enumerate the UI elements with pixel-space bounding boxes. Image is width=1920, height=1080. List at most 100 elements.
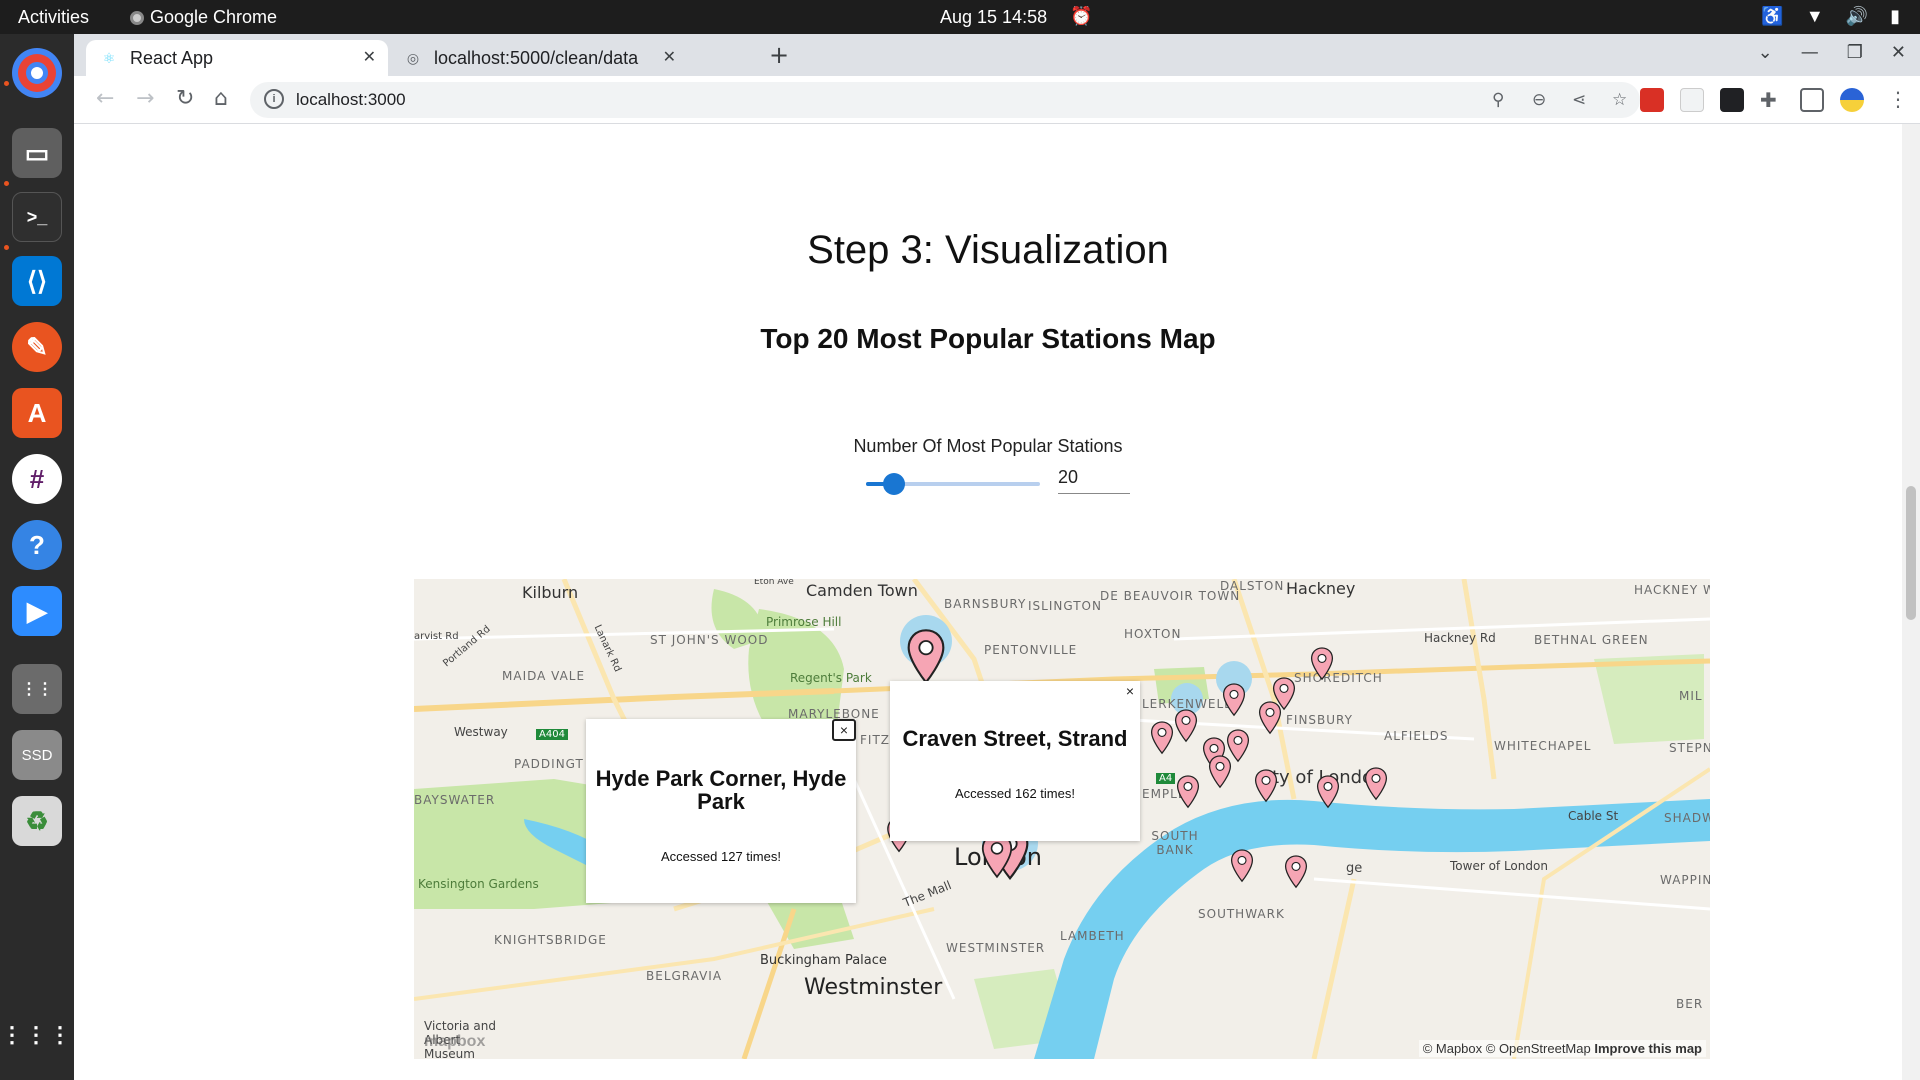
map-label: FITZ xyxy=(860,733,890,747)
profile-avatar[interactable] xyxy=(1840,88,1864,112)
station-marker[interactable] xyxy=(1208,755,1232,789)
url-text: localhost:3000 xyxy=(296,90,406,109)
close-icon[interactable]: ✕ xyxy=(663,47,676,67)
map-label: MIL xyxy=(1679,689,1703,703)
tab-title: localhost:5000/clean/data xyxy=(434,47,639,68)
map-label: SOUTH BANK xyxy=(1151,829,1199,857)
terminal-dock-icon[interactable]: >_ xyxy=(12,192,62,242)
step-title: Step 3: Visualization xyxy=(807,228,1169,272)
station-marker[interactable] xyxy=(1150,721,1174,755)
popup-close-button[interactable]: × xyxy=(1126,683,1134,699)
station-marker[interactable] xyxy=(1174,709,1198,743)
system-tray[interactable]: ♿ ▼ 🔊 ▮ xyxy=(1761,6,1900,27)
map-label: Eton Ave xyxy=(754,579,794,587)
help-dock-icon[interactable]: ? xyxy=(12,520,62,570)
back-button[interactable]: ← xyxy=(96,86,114,111)
station-marker[interactable] xyxy=(1316,775,1340,809)
tab-search-icon[interactable]: ⌄ xyxy=(1758,42,1773,63)
map-label: arvist Rd xyxy=(414,631,459,642)
map-label: HACKNEY WICK xyxy=(1634,583,1710,597)
close-window-button[interactable]: ✕ xyxy=(1891,42,1906,63)
station-marker[interactable] xyxy=(1310,647,1334,681)
map-label: MAIDA VALE xyxy=(502,669,586,683)
map-label: LAMBETH xyxy=(1060,929,1125,943)
map-label: BAYSWATER xyxy=(414,793,496,807)
location-icon[interactable]: ⚲ xyxy=(1492,90,1504,110)
tab-react-app[interactable]: ⚛ React App ✕ xyxy=(86,40,388,76)
stations-map[interactable]: Kilburn Camden Town Hackney DALSTON HACK… xyxy=(414,579,1710,1059)
station-count-input[interactable] xyxy=(1058,462,1130,494)
map-label: PENTONVILLE xyxy=(984,643,1078,657)
station-marker[interactable] xyxy=(1284,855,1308,889)
running-indicator xyxy=(4,81,9,86)
new-tab-button[interactable]: + xyxy=(769,41,789,69)
reload-button[interactable]: ↻ xyxy=(176,86,194,111)
station-marker[interactable] xyxy=(1254,769,1278,803)
station-popup-hyde-park: × Hyde Park Corner, Hyde Park Accessed 1… xyxy=(586,719,856,903)
improve-map-link[interactable]: Improve this map xyxy=(1594,1041,1702,1056)
files-dock-icon[interactable]: ▭ xyxy=(12,128,62,178)
share-icon[interactable]: ⋖ xyxy=(1572,90,1586,110)
map-label: Kensington Gardens xyxy=(418,877,539,891)
site-info-icon[interactable]: i xyxy=(264,89,284,109)
react-icon: ⚛ xyxy=(102,49,116,66)
globe-icon: ◎ xyxy=(406,49,420,66)
map-label: Buckingham Palace xyxy=(760,953,887,968)
ubuntu-software-dock-icon[interactable]: A xyxy=(12,388,62,438)
disks-dock-icon[interactable]: ⋮⋮ xyxy=(12,664,62,714)
activities-button[interactable]: Activities xyxy=(18,7,89,28)
map-label: ST JOHN'S WOOD xyxy=(650,633,769,647)
map-label: ALFIELDS xyxy=(1384,729,1449,743)
map-label: BER xyxy=(1676,997,1704,1011)
bookmark-star-icon[interactable]: ☆ xyxy=(1612,90,1627,110)
accessibility-icon[interactable]: ♿ xyxy=(1761,6,1783,27)
battery-icon[interactable]: ▮ xyxy=(1890,6,1900,27)
wifi-icon[interactable]: ▼ xyxy=(1806,6,1824,27)
ssd-dock-icon[interactable]: SSD xyxy=(12,730,62,780)
popup-title: Hyde Park Corner, Hyde Park xyxy=(595,766,847,815)
zoom-dock-icon[interactable]: ▶ xyxy=(12,586,62,636)
station-marker[interactable] xyxy=(906,629,946,685)
chrome-dock-icon[interactable] xyxy=(12,48,62,98)
forward-button[interactable]: → xyxy=(136,86,154,111)
popup-close-button[interactable]: × xyxy=(832,719,856,741)
clock[interactable]: Aug 15 14:58 xyxy=(940,7,1047,28)
station-marker[interactable] xyxy=(1222,683,1246,717)
home-button[interactable]: ⌂ xyxy=(214,86,228,111)
trash-dock-icon[interactable]: ♻ xyxy=(12,796,62,846)
slider-thumb[interactable] xyxy=(882,473,905,495)
close-icon[interactable]: ✕ xyxy=(363,47,376,67)
window-controls: ⌄ — ❐ ✕ xyxy=(1758,42,1906,63)
angular-extension-icon[interactable] xyxy=(1720,88,1744,112)
extensions-puzzle-icon[interactable]: ✚ xyxy=(1760,88,1784,112)
zoom-icon[interactable]: ⊖ xyxy=(1532,90,1546,110)
page-scrollbar[interactable] xyxy=(1902,124,1920,1080)
show-applications-icon[interactable]: ⋮⋮⋮ xyxy=(1,1010,71,1060)
map-label: Westminster xyxy=(804,975,943,1000)
station-marker[interactable] xyxy=(1176,775,1200,809)
scrollbar-thumb[interactable] xyxy=(1906,486,1916,620)
station-marker[interactable] xyxy=(1272,677,1296,711)
pencil-dock-icon[interactable]: ✎ xyxy=(12,322,62,372)
minimize-button[interactable]: — xyxy=(1801,42,1819,63)
station-marker[interactable] xyxy=(1364,767,1388,801)
slack-dock-icon[interactable]: # xyxy=(12,454,62,504)
map-title: Top 20 Most Popular Stations Map xyxy=(760,323,1216,354)
station-marker[interactable] xyxy=(1230,849,1254,883)
chrome-menu-icon[interactable]: ⋮ xyxy=(1888,87,1908,111)
running-indicator xyxy=(4,245,9,250)
restore-button[interactable]: ❐ xyxy=(1847,42,1863,63)
map-label: KNIGHTSBRIDGE xyxy=(494,933,607,947)
tab-localhost-5000[interactable]: ◎ localhost:5000/clean/data ✕ xyxy=(390,40,688,76)
volume-icon[interactable]: 🔊 xyxy=(1846,6,1868,27)
side-panel-icon[interactable] xyxy=(1800,88,1824,112)
extension-grey-icon[interactable] xyxy=(1680,88,1704,112)
app-menu[interactable]: Google Chrome xyxy=(130,7,277,28)
mapbox-logo[interactable]: mapbox xyxy=(424,1033,485,1051)
attribution-text[interactable]: © Mapbox © OpenStreetMap xyxy=(1423,1041,1591,1056)
address-bar[interactable]: i localhost:3000 ⚲ ⊖ ⋖ ☆ xyxy=(250,82,1640,118)
map-label: Westway xyxy=(454,725,508,739)
popup-text: Accessed 162 times! xyxy=(955,786,1075,802)
extension-red-icon[interactable] xyxy=(1640,88,1664,112)
vscode-dock-icon[interactable]: ⟨⟩ xyxy=(12,256,62,306)
